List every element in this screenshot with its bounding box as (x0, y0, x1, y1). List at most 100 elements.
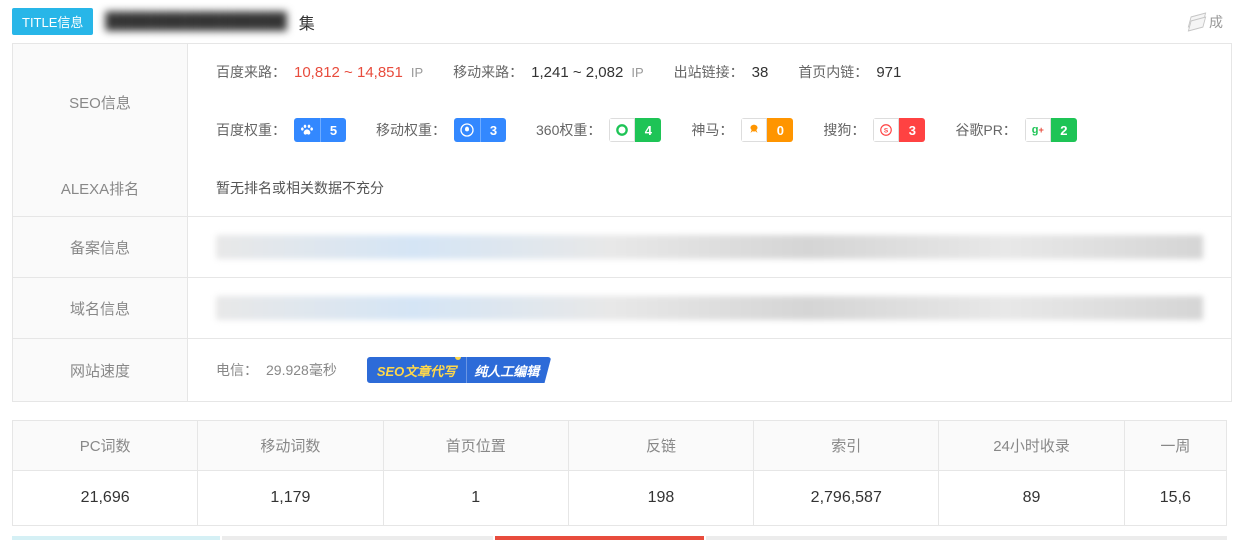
baidu-weight: 百度权重： 5 (216, 118, 346, 142)
google-icon: g+ (1025, 118, 1051, 142)
alexa-label: ALEXA排名 (13, 160, 188, 216)
blurred-content (216, 235, 1203, 259)
stats-header: 移动词数 (198, 421, 382, 471)
sogou-weight-label: 搜狗： (823, 120, 865, 140)
ip-suffix: IP (411, 65, 423, 80)
stats-value[interactable]: 15,6 (1125, 471, 1226, 525)
speed-stat: 电信： 29.928毫秒 (216, 360, 337, 380)
mobile-traffic-label: 移动来路： (453, 62, 523, 82)
baidu-weight-label: 百度权重： (216, 120, 286, 140)
baidu-weight-badge[interactable]: 5 (294, 118, 346, 142)
360-weight: 360权重： 4 (536, 118, 661, 142)
stats-table: PC词数 21,696 移动词数 1,179 首页位置 1 反链 198 索引 … (12, 420, 1227, 526)
baidu-weight-value: 5 (320, 118, 346, 142)
speed-row: 网站速度 电信： 29.928毫秒 SEO文章代写 纯人工编辑 (13, 339, 1231, 401)
stats-header: PC词数 (13, 421, 197, 471)
title-suffix: 集 (299, 10, 315, 34)
beian-row: 备案信息 (13, 217, 1231, 278)
baidu-traffic-value[interactable]: 10,812 ~ 14,851 (294, 64, 403, 81)
seo-info-table: SEO信息 百度来路： 10,812 ~ 14,851 IP 移动来路： 1,2… (12, 43, 1232, 402)
google-weight-value: 2 (1051, 118, 1077, 142)
stats-col: PC词数 21,696 (13, 421, 198, 525)
google-weight: 谷歌PR： g+ 2 (955, 118, 1076, 142)
domain-label: 域名信息 (13, 278, 188, 338)
stats-col: 索引 2,796,587 (754, 421, 939, 525)
bar-segment (495, 536, 703, 540)
baidu-traffic: 百度来路： 10,812 ~ 14,851 IP (216, 62, 423, 82)
outlinks-label: 出站链接： (674, 62, 744, 82)
sogou-weight-value: 3 (899, 118, 925, 142)
header-row: TITLE信息 ████████████████ 集 成 (0, 0, 1239, 43)
homelinks-value[interactable]: 971 (876, 64, 901, 81)
layers-icon (1187, 13, 1205, 31)
seo-weights-cell: 百度权重： 5 移动权重： 3 (188, 100, 1231, 160)
alexa-row: ALEXA排名 暂无排名或相关数据不充分 (13, 160, 1231, 217)
baidu-traffic-label: 百度来路： (216, 62, 286, 82)
title-badge: TITLE信息 (12, 8, 93, 35)
stats-value[interactable]: 198 (569, 471, 753, 525)
seo-traffic-cell: 百度来路： 10,812 ~ 14,851 IP 移动来路： 1,241 ~ 2… (188, 44, 1231, 100)
speed-isp: 电信： (216, 360, 258, 380)
mobile-weight-badge[interactable]: 3 (454, 118, 506, 142)
title-blurred: ████████████████ (105, 13, 286, 31)
outlinks-value[interactable]: 38 (752, 64, 769, 81)
stats-header: 索引 (754, 421, 938, 471)
top-right-label: 成 (1209, 12, 1223, 32)
homelinks: 首页内链： 971 (798, 62, 901, 82)
google-weight-label: 谷歌PR： (955, 120, 1016, 140)
domain-value (188, 278, 1231, 338)
bar-segment (706, 536, 1227, 540)
bar-segment (12, 536, 220, 540)
stats-header: 24小时收录 (939, 421, 1123, 471)
stats-header: 一周 (1125, 421, 1226, 471)
stats-value[interactable]: 1 (384, 471, 568, 525)
mobile-traffic: 移动来路： 1,241 ~ 2,082 IP (453, 62, 643, 82)
stats-col: 移动词数 1,179 (198, 421, 383, 525)
shenma-icon (741, 118, 767, 142)
sogou-icon: S (873, 118, 899, 142)
stats-col: 反链 198 (569, 421, 754, 525)
bottom-indicator-bars (12, 536, 1227, 540)
baidu-paw-icon (294, 118, 320, 142)
shenma-weight-value: 0 (767, 118, 793, 142)
outlinks: 出站链接： 38 (674, 62, 769, 82)
seo-label-cell: SEO信息 (13, 44, 188, 160)
speed-label: 网站速度 (13, 339, 188, 401)
top-right-button[interactable]: 成 (1187, 12, 1227, 32)
homelinks-label: 首页内链： (798, 62, 868, 82)
360-icon (609, 118, 635, 142)
stats-value[interactable]: 89 (939, 471, 1123, 525)
360-weight-value: 4 (635, 118, 661, 142)
beian-value (188, 217, 1231, 277)
alexa-text: 暂无排名或相关数据不充分 (216, 178, 384, 198)
speed-value: 29.928毫秒 (266, 360, 337, 380)
promo-right-text: 纯人工编辑 (466, 357, 551, 383)
stats-value[interactable]: 2,796,587 (754, 471, 938, 525)
google-weight-badge[interactable]: g+ 2 (1025, 118, 1077, 142)
baidu-mobile-icon (454, 118, 480, 142)
blurred-content (216, 296, 1203, 320)
mobile-weight: 移动权重： 3 (376, 118, 506, 142)
stats-header: 首页位置 (384, 421, 568, 471)
ip-suffix: IP (631, 65, 643, 80)
mobile-weight-value: 3 (480, 118, 506, 142)
seo-info-row: SEO信息 百度来路： 10,812 ~ 14,851 IP 移动来路： 1,2… (13, 44, 1231, 160)
promo-left-text: SEO文章代写 (367, 357, 466, 383)
stats-value[interactable]: 21,696 (13, 471, 197, 525)
speed-value-cell: 电信： 29.928毫秒 SEO文章代写 纯人工编辑 (188, 339, 1231, 401)
360-weight-badge[interactable]: 4 (609, 118, 661, 142)
sogou-weight-badge[interactable]: S 3 (873, 118, 925, 142)
shenma-weight: 神马： 0 (691, 118, 793, 142)
alexa-value: 暂无排名或相关数据不充分 (188, 160, 1231, 216)
svg-text:S: S (884, 127, 889, 134)
mobile-traffic-value[interactable]: 1,241 ~ 2,082 (531, 64, 623, 81)
stats-col: 一周 15,6 (1125, 421, 1226, 525)
360-weight-label: 360权重： (536, 120, 601, 140)
stats-header: 反链 (569, 421, 753, 471)
shenma-weight-badge[interactable]: 0 (741, 118, 793, 142)
mobile-weight-label: 移动权重： (376, 120, 446, 140)
shenma-weight-label: 神马： (691, 120, 733, 140)
sogou-weight: 搜狗： S 3 (823, 118, 925, 142)
stats-value[interactable]: 1,179 (198, 471, 382, 525)
promo-banner[interactable]: SEO文章代写 纯人工编辑 (367, 357, 551, 383)
